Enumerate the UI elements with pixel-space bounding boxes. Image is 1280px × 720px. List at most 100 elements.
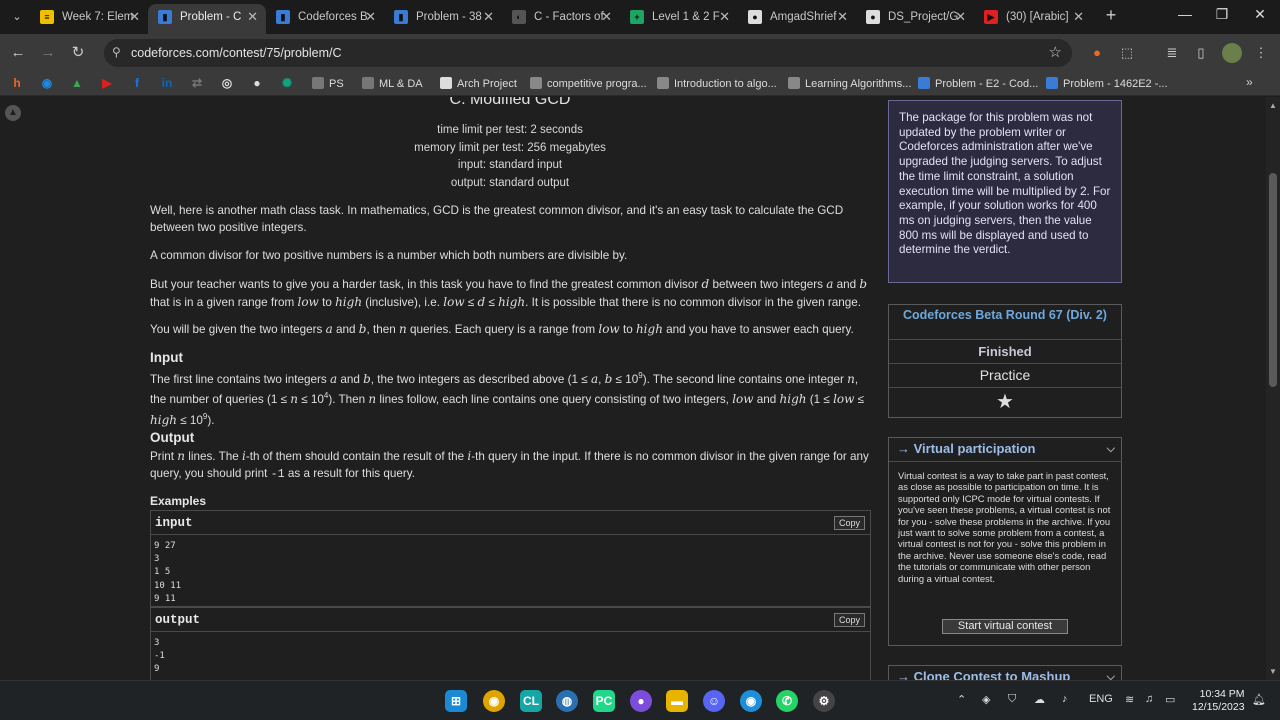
close-tab-icon[interactable]: ✕: [247, 4, 258, 30]
security-icon[interactable]: ⛉: [1008, 693, 1016, 706]
notifications-icon[interactable]: 🔔︎: [1252, 693, 1266, 706]
virtual-participation-header[interactable]: → Virtual participation ⌵: [889, 438, 1121, 462]
favorite-star-icon[interactable]: ★: [889, 388, 1121, 417]
browser-tab[interactable]: ● AmgadShrief ✕: [738, 4, 856, 34]
vpn-icon[interactable]: ◈: [982, 693, 990, 706]
close-tab-icon[interactable]: ✕: [719, 4, 730, 30]
example-line: 9 11: [154, 593, 176, 604]
edge-icon[interactable]: ◉: [40, 76, 54, 90]
copy-output-button[interactable]: Copy: [833, 613, 865, 627]
virtual-participation-text: Virtual contest is a way to take part in…: [898, 470, 1111, 584]
close-tab-icon[interactable]: ✕: [955, 4, 966, 30]
bookmark-favicon-icon: [918, 77, 930, 89]
bookmark-item[interactable]: Problem - E2 - Cod...: [918, 77, 1038, 90]
browser-tab[interactable]: ▶ (30) [Arabic] ✕: [974, 4, 1092, 34]
close-tab-icon[interactable]: ✕: [1073, 4, 1084, 30]
browser-tab[interactable]: ▮ Codeforces B ✕: [266, 4, 384, 34]
bookmark-item[interactable]: Problem - 1462E2 -...: [1046, 77, 1168, 90]
minimize-button[interactable]: —: [1170, 6, 1200, 22]
profile-avatar[interactable]: [1222, 43, 1242, 63]
browser-tab[interactable]: ▮ Problem - C ✕: [148, 4, 266, 34]
chrome-icon[interactable]: ◉: [483, 690, 505, 712]
address-bar[interactable]: ⚲ codeforces.com/contest/75/problem/C ☆: [104, 39, 1072, 67]
copy-input-button[interactable]: Copy: [833, 516, 865, 530]
microphone-icon[interactable]: ♪: [1062, 693, 1068, 705]
github-desktop-icon[interactable]: ●: [630, 690, 652, 712]
bookmark-item[interactable]: Arch Project: [440, 77, 517, 90]
chatgpt-icon[interactable]: ✺: [280, 76, 294, 90]
maximize-button[interactable]: ❐: [1207, 6, 1237, 23]
bookmark-star-icon[interactable]: ☆: [1049, 43, 1062, 61]
start-virtual-contest-button[interactable]: Start virtual contest: [942, 619, 1068, 634]
tab-favicon-icon: +: [630, 10, 644, 24]
file-explorer-icon[interactable]: ▬: [666, 690, 688, 712]
volume-icon[interactable]: ♫: [1145, 693, 1153, 705]
scroll-top-icon[interactable]: ▲: [5, 105, 21, 121]
extension-fire-icon[interactable]: ●: [1088, 44, 1106, 62]
vscode-icon[interactable]: ◍: [556, 690, 578, 712]
close-tab-icon[interactable]: ✕: [129, 4, 140, 30]
facebook-icon[interactable]: f: [130, 76, 144, 90]
browser-tab[interactable]: ▮ Problem - 38 ✕: [384, 4, 502, 34]
bookmarks-overflow-icon[interactable]: »: [1246, 75, 1253, 89]
language-indicator[interactable]: ENG: [1089, 693, 1113, 705]
pycharm-icon[interactable]: PC: [593, 690, 615, 712]
menu-icon[interactable]: ⋮: [1252, 44, 1270, 62]
clion-icon[interactable]: CL: [520, 690, 542, 712]
youtube-icon[interactable]: ▶: [100, 76, 114, 90]
onedrive-icon[interactable]: ☁: [1034, 693, 1045, 706]
tab-favicon-icon: ●: [866, 10, 880, 24]
close-tab-icon[interactable]: ✕: [601, 4, 612, 30]
drive-icon[interactable]: ▲: [70, 76, 84, 90]
close-tab-icon[interactable]: ✕: [837, 4, 848, 30]
git-client-icon[interactable]: ⚙: [813, 690, 835, 712]
browser-tab[interactable]: ● DS_Project/G ✕: [856, 4, 974, 34]
tab-search-button[interactable]: ⌄: [6, 6, 28, 28]
scroll-up-icon[interactable]: ▲: [1269, 101, 1277, 110]
close-window-button[interactable]: ✕: [1245, 6, 1275, 23]
show-hidden-icons[interactable]: ⌃: [957, 693, 966, 706]
browser-tab[interactable]: ◐ C - Factors of ✕: [502, 4, 620, 34]
discord-icon[interactable]: ☺: [703, 690, 725, 712]
contest-name-link[interactable]: Codeforces Beta Round 67 (Div. 2): [889, 305, 1121, 340]
whatsapp-icon[interactable]: ✆: [776, 690, 798, 712]
translate-icon[interactable]: ⇄: [190, 76, 204, 90]
close-tab-icon[interactable]: ✕: [365, 4, 376, 30]
site-info-icon[interactable]: ⚲: [112, 45, 121, 59]
hacker-icon[interactable]: h: [10, 76, 24, 90]
chevron-down-icon[interactable]: ⌵: [1107, 438, 1115, 460]
instapaper-icon[interactable]: ◎: [220, 76, 234, 90]
reading-list-icon[interactable]: ≣: [1163, 44, 1181, 62]
url-text[interactable]: codeforces.com/contest/75/problem/C: [131, 46, 342, 60]
wifi-icon[interactable]: ≋: [1125, 693, 1134, 706]
output-section-title: Output: [150, 430, 195, 445]
bookmark-item[interactable]: PS: [312, 77, 344, 90]
windows-start-icon[interactable]: ⊞: [445, 690, 467, 712]
bookmark-label: Problem - E2 - Cod...: [935, 78, 1039, 90]
clone-contest-header[interactable]: → Clone Contest to Mashup ⌵: [889, 666, 1121, 680]
battery-icon[interactable]: ▭: [1165, 693, 1175, 706]
system-clock[interactable]: 10:34 PM 12/15/2023: [1192, 688, 1245, 714]
linkedin-icon[interactable]: in: [160, 76, 174, 90]
browser-tab[interactable]: ≡ Week 7: Elem ✕: [30, 4, 148, 34]
extensions-icon[interactable]: ⬚: [1118, 44, 1136, 62]
scrollbar-thumb[interactable]: [1269, 173, 1277, 387]
browser-tab[interactable]: + Level 1 & 2 F ✕: [620, 4, 738, 34]
reload-icon[interactable]: ↻: [68, 43, 88, 63]
bookmark-item[interactable]: competitive progra...: [530, 77, 647, 90]
scroll-down-icon[interactable]: ▼: [1269, 667, 1277, 676]
bookmark-item[interactable]: ML & DA: [362, 77, 423, 90]
new-tab-button[interactable]: +: [1100, 5, 1122, 26]
github-icon[interactable]: ●: [250, 76, 264, 90]
chevron-down-icon[interactable]: ⌵: [1107, 666, 1115, 680]
tab-favicon-icon: ≡: [40, 10, 54, 24]
side-panel-icon[interactable]: ▯: [1192, 44, 1210, 62]
bookmark-item[interactable]: Introduction to algo...: [657, 77, 777, 90]
page-scrollbar[interactable]: ▲ ▼: [1266, 97, 1280, 680]
tab-favicon-icon: ▮: [394, 10, 408, 24]
bookmark-item[interactable]: Learning Algorithms...: [788, 77, 911, 90]
close-tab-icon[interactable]: ✕: [483, 4, 494, 30]
edge-icon[interactable]: ◉: [740, 690, 762, 712]
forward-icon[interactable]: →: [38, 43, 58, 63]
back-icon[interactable]: ←: [8, 43, 28, 63]
